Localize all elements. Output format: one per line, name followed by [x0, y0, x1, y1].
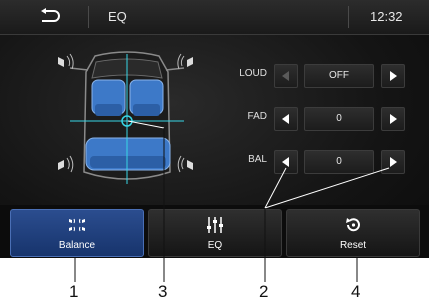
bal-label: BAL	[248, 154, 267, 165]
tab-eq-label: EQ	[207, 240, 223, 251]
callout-number: 4	[351, 282, 361, 301]
tab-balance-label: Balance	[58, 240, 96, 251]
screen: EQ 12:32 LOUD OFF FAD 0 BAL 0 Balance EQ…	[0, 0, 429, 258]
loud-right-button[interactable]	[381, 64, 405, 88]
divider	[348, 6, 349, 28]
callout-number: 2	[259, 282, 269, 301]
left-arrow-icon	[282, 114, 289, 124]
loud-value: OFF	[304, 64, 374, 88]
left-arrow-icon	[282, 71, 289, 81]
sliders-icon	[207, 217, 223, 233]
bal-value: 0	[304, 150, 374, 174]
bottom-tab-bar: Balance EQ Reset	[0, 205, 429, 258]
loud-label: LOUD	[239, 68, 267, 79]
right-arrow-icon	[390, 71, 397, 81]
callout-number: 1	[69, 282, 79, 301]
reset-icon	[346, 218, 360, 232]
bal-left-button[interactable]	[274, 150, 298, 174]
tab-eq[interactable]: EQ	[148, 209, 282, 257]
speakers-icon	[69, 218, 85, 232]
fad-value: 0	[304, 107, 374, 131]
bal-right-button[interactable]	[381, 150, 405, 174]
fad-row: FAD 0	[0, 104, 429, 132]
right-arrow-icon	[390, 157, 397, 167]
loud-left-button[interactable]	[274, 64, 298, 88]
right-arrow-icon	[390, 114, 397, 124]
tab-reset[interactable]: Reset	[286, 209, 420, 257]
page-title: EQ	[108, 9, 127, 24]
top-bar: EQ 12:32	[0, 0, 429, 35]
back-button[interactable]	[26, 6, 74, 28]
bal-row: BAL 0	[0, 147, 429, 175]
fad-label: FAD	[247, 111, 267, 122]
fad-left-button[interactable]	[274, 107, 298, 131]
back-arrow-icon	[41, 8, 60, 22]
divider	[88, 6, 89, 28]
callout-number: 3	[158, 282, 168, 301]
tab-balance[interactable]: Balance	[10, 209, 144, 257]
loud-row: LOUD OFF	[0, 61, 429, 89]
tab-reset-label: Reset	[339, 240, 367, 251]
fad-right-button[interactable]	[381, 107, 405, 131]
left-arrow-icon	[282, 157, 289, 167]
clock: 12:32	[370, 9, 403, 24]
